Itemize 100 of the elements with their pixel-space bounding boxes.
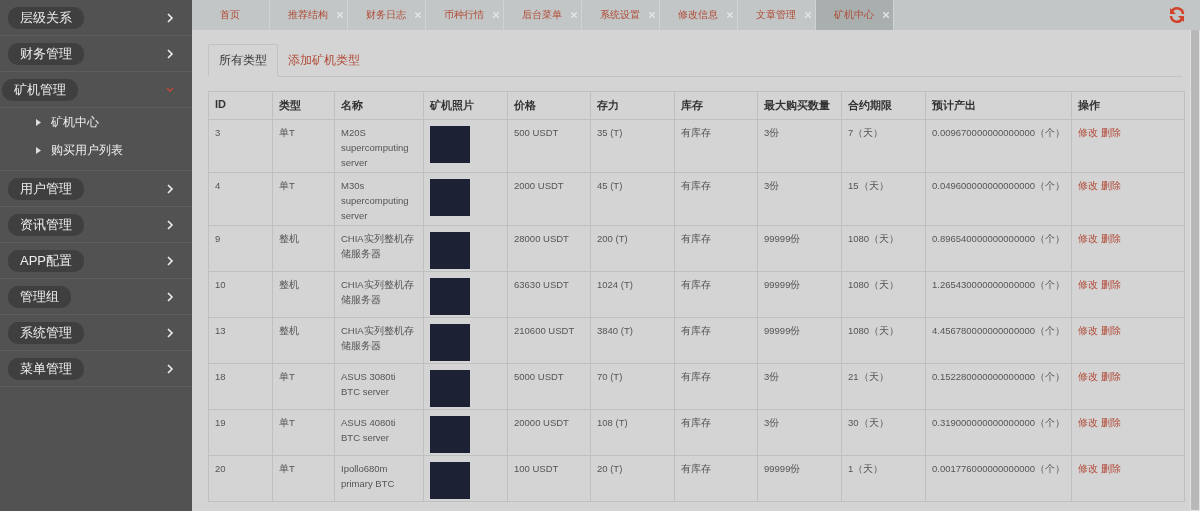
table-cell: ASUS 3080ti BTC server xyxy=(341,371,396,397)
table-cell: 30（天） xyxy=(848,417,889,428)
table-cell: 20 xyxy=(215,463,226,474)
action-link[interactable]: 删除 xyxy=(1101,371,1121,382)
table-cell: 0.319000000000000000（个） xyxy=(932,417,1066,428)
table-cell: 1080（天） xyxy=(848,233,900,244)
table-cell: 有库存 xyxy=(681,463,711,474)
action-link[interactable]: 修改 xyxy=(1078,417,1098,428)
sidebar-item[interactable]: APP配置 xyxy=(8,249,84,272)
column-header: 存力 xyxy=(590,91,675,120)
close-icon[interactable] xyxy=(883,12,889,18)
sidebar-subitem[interactable]: 矿机中心 xyxy=(51,113,99,131)
table-cell: 70 (T) xyxy=(597,371,623,382)
photo-placeholder xyxy=(430,324,470,361)
action-link[interactable]: 删除 xyxy=(1101,325,1121,336)
table-cell: 0.049600000000000000（个） xyxy=(932,180,1066,191)
close-icon[interactable] xyxy=(727,12,733,18)
column-header: 价格 xyxy=(507,91,591,120)
sidebar-item[interactable]: 菜单管理 xyxy=(8,357,84,380)
table-cell: 有库存 xyxy=(681,279,711,290)
close-icon[interactable] xyxy=(571,12,577,18)
action-link[interactable]: 修改 xyxy=(1078,463,1098,474)
column-header: 类型 xyxy=(272,91,335,120)
nav-tab[interactable]: 首页 xyxy=(192,0,270,30)
table-cell: 整机 xyxy=(279,233,299,244)
table-cell: 10 xyxy=(215,279,226,290)
column-header: 预计产出 xyxy=(925,91,1072,120)
table-cell: 9 xyxy=(215,233,221,244)
nav-tab[interactable]: 修改信息 xyxy=(660,0,738,30)
table-cell: 35 (T) xyxy=(597,127,623,138)
sidebar-item[interactable]: 系统管理 xyxy=(8,321,84,344)
table-cell: 28000 USDT xyxy=(514,233,569,244)
table-cell: 13 xyxy=(215,325,226,336)
table-cell: 3份 xyxy=(764,371,780,382)
column-header: ID xyxy=(208,91,273,120)
table-cell: 99999份 xyxy=(764,463,801,474)
action-link[interactable]: 修改 xyxy=(1078,325,1098,336)
column-header: 名称 xyxy=(334,91,424,120)
sidebar-item[interactable]: 管理组 xyxy=(8,285,71,308)
table-cell: M20S supercomputing server xyxy=(341,127,409,168)
photo-placeholder xyxy=(430,126,470,163)
action-link[interactable]: 修改 xyxy=(1078,127,1098,138)
sidebar-item[interactable]: 财务管理 xyxy=(8,42,84,65)
close-icon[interactable] xyxy=(493,12,499,18)
action-link[interactable]: 删除 xyxy=(1101,417,1121,428)
table-cell: 单T xyxy=(279,127,295,138)
table-cell: 500 USDT xyxy=(514,127,559,138)
table-cell: 有库存 xyxy=(681,127,711,138)
sidebar-item[interactable]: 资讯管理 xyxy=(8,213,84,236)
action-link[interactable]: 修改 xyxy=(1078,180,1098,191)
action-link[interactable]: 修改 xyxy=(1078,233,1098,244)
action-link[interactable]: 修改 xyxy=(1078,279,1098,290)
table-cell: 5000 USDT xyxy=(514,371,564,382)
content-tab[interactable]: 所有类型 xyxy=(208,44,278,77)
nav-tab[interactable]: 后台菜单 xyxy=(504,0,582,30)
nav-tab[interactable]: 推荐结构 xyxy=(270,0,348,30)
table-cell: 0.009670000000000000（个） xyxy=(932,127,1066,138)
nav-tab[interactable]: 系统设置 xyxy=(582,0,660,30)
photo-placeholder xyxy=(430,232,470,269)
sidebar-item[interactable]: 用户管理 xyxy=(8,177,84,200)
table-cell: ASUS 4080ti BTC server xyxy=(341,417,396,443)
refresh-icon[interactable] xyxy=(1168,6,1186,24)
nav-tab[interactable]: 币种行情 xyxy=(426,0,504,30)
content-tab[interactable]: 添加矿机类型 xyxy=(278,44,370,76)
table-cell: 210600 USDT xyxy=(514,325,575,336)
table-cell: 3份 xyxy=(764,417,780,428)
close-icon[interactable] xyxy=(805,12,811,18)
table-cell: 3 xyxy=(215,127,221,138)
table-cell: Ipollo680m primary BTC xyxy=(341,463,395,489)
table-cell: 99999份 xyxy=(764,233,801,244)
action-link[interactable]: 删除 xyxy=(1101,127,1121,138)
table-cell: 单T xyxy=(279,371,295,382)
action-link[interactable]: 删除 xyxy=(1101,279,1121,290)
action-link[interactable]: 删除 xyxy=(1101,463,1121,474)
close-icon[interactable] xyxy=(337,12,343,18)
nav-tab[interactable]: 矿机中心 xyxy=(816,0,894,30)
action-link[interactable]: 删除 xyxy=(1101,233,1121,244)
table-cell: 1080（天） xyxy=(848,325,900,336)
table-cell: 3840 (T) xyxy=(597,325,633,336)
sidebar-item[interactable]: 矿机管理 xyxy=(2,78,78,101)
table-cell: 200 (T) xyxy=(597,233,628,244)
table-cell: 1（天） xyxy=(848,463,884,474)
action-link[interactable]: 删除 xyxy=(1101,180,1121,191)
triangle-icon xyxy=(36,118,41,126)
table-cell: 108 (T) xyxy=(597,417,628,428)
close-icon[interactable] xyxy=(649,12,655,18)
nav-tab[interactable]: 财务日志 xyxy=(348,0,426,30)
triangle-icon xyxy=(36,146,41,154)
scrollbar-thumb[interactable] xyxy=(1191,30,1199,510)
table-cell: 有库存 xyxy=(681,233,711,244)
sidebar-subitem[interactable]: 购买用户列表 xyxy=(51,141,123,159)
table-cell: 有库存 xyxy=(681,180,711,191)
table-cell: 18 xyxy=(215,371,226,382)
table-cell: M30s supercomputing server xyxy=(341,180,409,221)
sidebar-item[interactable]: 层级关系 xyxy=(8,6,84,29)
photo-placeholder xyxy=(430,179,470,216)
table-cell: 4 xyxy=(215,180,221,191)
action-link[interactable]: 修改 xyxy=(1078,371,1098,382)
close-icon[interactable] xyxy=(415,12,421,18)
table-cell: 单T xyxy=(279,417,295,428)
